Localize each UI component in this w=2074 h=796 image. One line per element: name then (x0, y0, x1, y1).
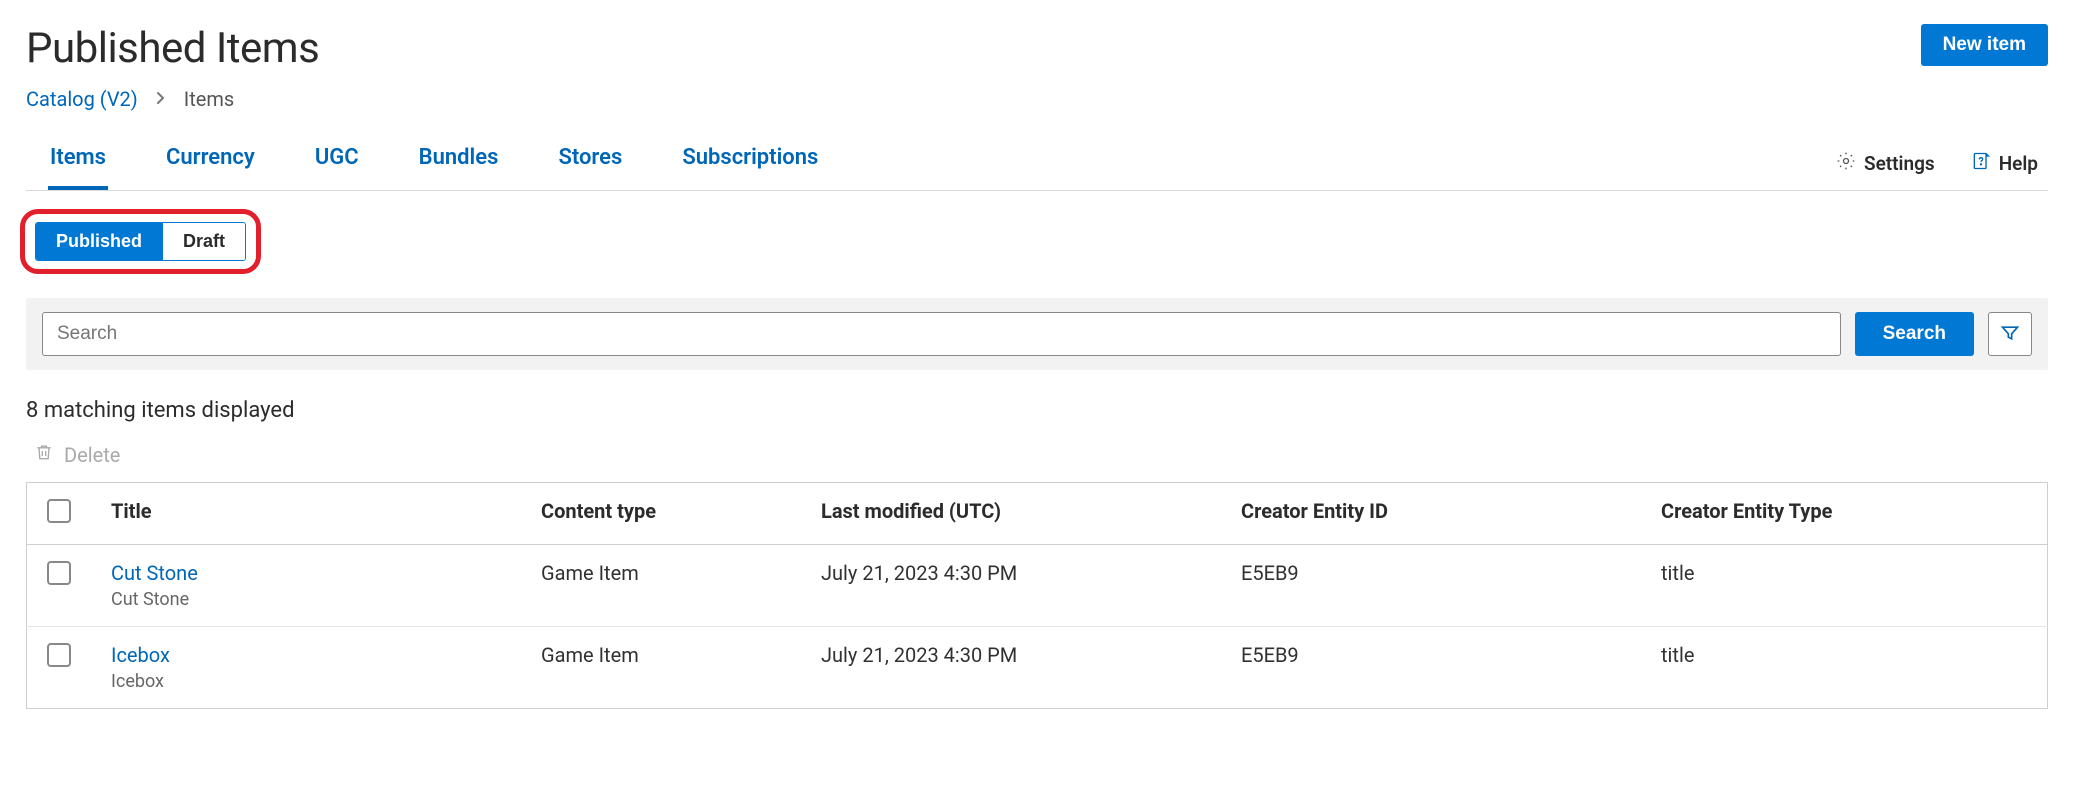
table-row: Cut Stone Cut Stone Game Item July 21, 2… (27, 545, 2048, 627)
results-count: 8 matching items displayed (26, 398, 2048, 423)
cell-last-modified: July 21, 2023 4:30 PM (801, 627, 1221, 709)
search-input[interactable] (42, 312, 1841, 356)
items-table: Title Content type Last modified (UTC) C… (26, 482, 2048, 709)
tab-bundles[interactable]: Bundles (417, 145, 501, 190)
trash-icon (34, 441, 54, 468)
item-subtitle: Cut Stone (111, 589, 501, 610)
tab-stores[interactable]: Stores (556, 145, 624, 190)
breadcrumb: Catalog (V2) Items (26, 87, 2048, 111)
help-label: Help (1999, 152, 2038, 175)
filter-icon (2000, 323, 2020, 346)
item-title-link[interactable]: Icebox (111, 643, 501, 667)
new-item-button[interactable]: New item (1921, 24, 2048, 66)
filter-button[interactable] (1988, 312, 2032, 356)
cell-content-type: Game Item (521, 627, 801, 709)
tab-subscriptions[interactable]: Subscriptions (680, 145, 820, 190)
select-all-checkbox[interactable] (47, 499, 71, 523)
row-checkbox[interactable] (47, 561, 71, 585)
tabs: Items Currency UGC Bundles Stores Subscr… (26, 145, 820, 190)
table-row: Icebox Icebox Game Item July 21, 2023 4:… (27, 627, 2048, 709)
item-subtitle: Icebox (111, 671, 501, 692)
delete-label: Delete (64, 443, 120, 467)
search-bar: Search (26, 298, 2048, 370)
cell-creator-id: E5EB9 (1221, 545, 1641, 627)
page-title: Published Items (26, 24, 319, 73)
item-title-link[interactable]: Cut Stone (111, 561, 501, 585)
col-last-modified[interactable]: Last modified (UTC) (801, 483, 1221, 545)
chevron-right-icon (156, 90, 166, 109)
col-title[interactable]: Title (91, 483, 521, 545)
settings-label: Settings (1864, 152, 1935, 175)
breadcrumb-parent[interactable]: Catalog (V2) (26, 87, 138, 111)
col-content-type[interactable]: Content type (521, 483, 801, 545)
cell-creator-type: title (1641, 627, 2048, 709)
gear-icon (1836, 151, 1856, 176)
tab-ugc[interactable]: UGC (313, 145, 361, 190)
cell-last-modified: July 21, 2023 4:30 PM (801, 545, 1221, 627)
help-icon (1971, 151, 1991, 176)
toggle-published[interactable]: Published (36, 223, 162, 260)
status-toggle-highlight: Published Draft (20, 209, 261, 274)
row-checkbox[interactable] (47, 643, 71, 667)
delete-action[interactable]: Delete (26, 441, 2048, 468)
col-creator-type[interactable]: Creator Entity Type (1641, 483, 2048, 545)
cell-creator-type: title (1641, 545, 2048, 627)
breadcrumb-current: Items (184, 87, 234, 111)
col-creator-id[interactable]: Creator Entity ID (1221, 483, 1641, 545)
help-link[interactable]: Help (1971, 151, 2038, 176)
search-button[interactable]: Search (1855, 312, 1974, 356)
toggle-draft[interactable]: Draft (162, 223, 245, 260)
cell-content-type: Game Item (521, 545, 801, 627)
cell-creator-id: E5EB9 (1221, 627, 1641, 709)
tab-items[interactable]: Items (48, 145, 108, 190)
tab-currency[interactable]: Currency (164, 145, 257, 190)
settings-link[interactable]: Settings (1836, 151, 1935, 176)
status-toggle: Published Draft (35, 222, 246, 261)
